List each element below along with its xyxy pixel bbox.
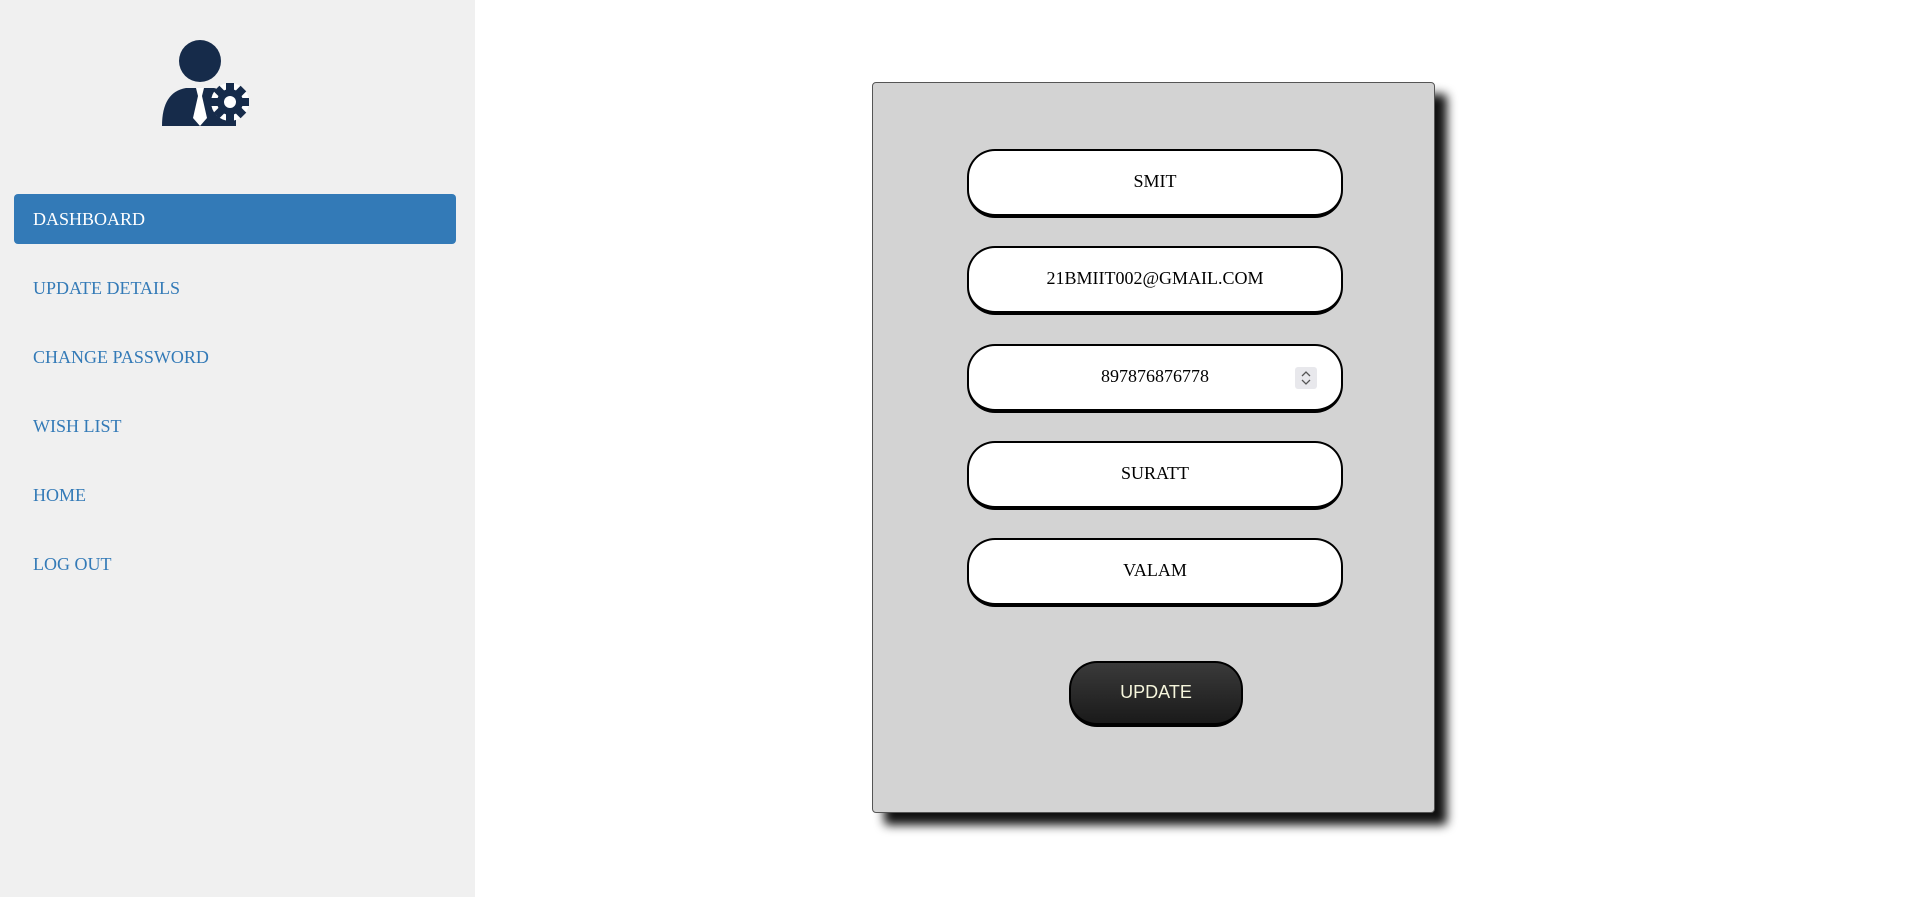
area-field[interactable]: VALAM — [967, 538, 1343, 607]
sidebar-item-dashboard[interactable]: DASHBOARD — [14, 194, 456, 244]
city-field[interactable]: SURATT — [967, 441, 1343, 510]
name-field[interactable]: SMIT — [967, 149, 1343, 218]
sidebar-item-log-out[interactable]: LOG OUT — [14, 539, 456, 589]
phone-value: 897876876778 — [1101, 366, 1209, 386]
sidebar-nav: DASHBOARD UPDATE DETAILS CHANGE PASSWORD… — [14, 194, 456, 608]
update-button[interactable]: UPDATE — [1069, 661, 1243, 727]
sidebar-item-home[interactable]: HOME — [14, 470, 456, 520]
sidebar-item-change-password[interactable]: CHANGE PASSWORD — [14, 332, 456, 382]
update-details-form: SMIT 21BMIIT002@GMAIL.COM 897876876778 S… — [872, 82, 1435, 813]
email-field[interactable]: 21BMIIT002@GMAIL.COM — [967, 246, 1343, 315]
number-spinner[interactable] — [1295, 367, 1317, 389]
sidebar: DASHBOARD UPDATE DETAILS CHANGE PASSWORD… — [0, 0, 475, 897]
sidebar-item-wish-list[interactable]: WISH LIST — [14, 401, 456, 451]
phone-field[interactable]: 897876876778 — [967, 344, 1343, 413]
sidebar-item-update-details[interactable]: UPDATE DETAILS — [14, 263, 456, 313]
user-gear-icon — [162, 40, 249, 126]
spinner-arrows-icon — [1301, 371, 1311, 385]
